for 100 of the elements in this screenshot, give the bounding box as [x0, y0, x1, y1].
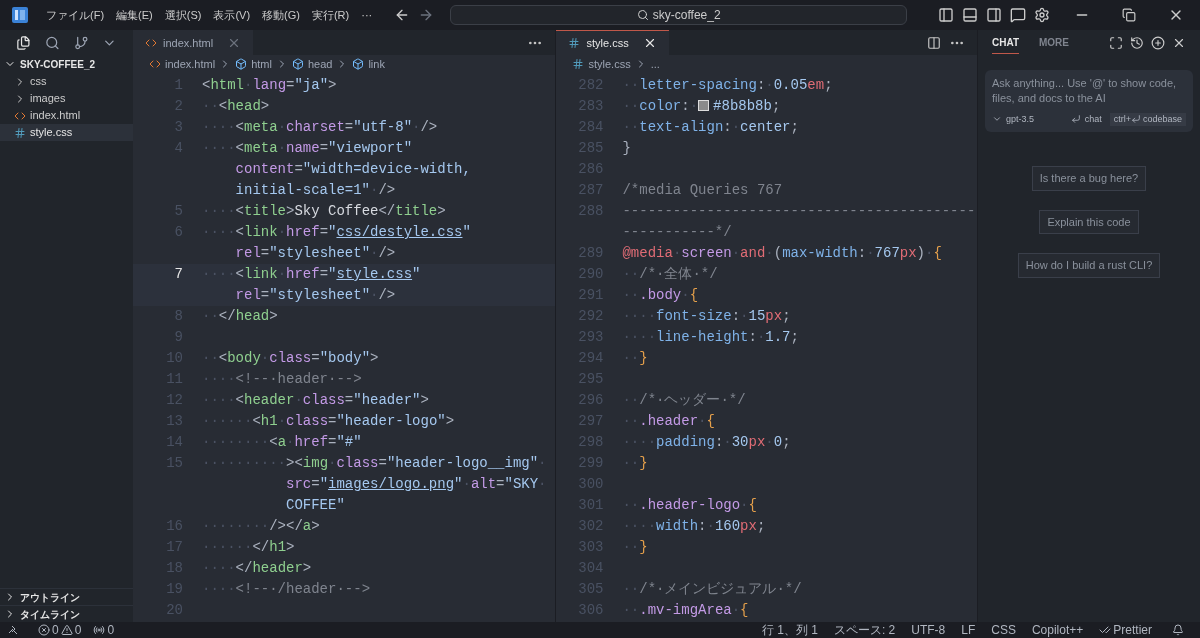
- whitespace-marker: ·: [277, 119, 287, 135]
- breadcrumb-item[interactable]: link: [368, 55, 385, 73]
- code-token: 767: [874, 245, 900, 261]
- whitespace-marker: ····: [202, 371, 236, 387]
- branch-icon[interactable]: [73, 34, 89, 51]
- whitespace-marker: ··: [622, 455, 640, 471]
- code-token: color: [639, 98, 682, 114]
- explorer-item[interactable]: index.html: [0, 107, 133, 124]
- editor-tab[interactable]: index.html: [133, 30, 254, 55]
- status-item[interactable]: UTF-8: [911, 621, 946, 638]
- history-icon[interactable]: [1130, 35, 1144, 50]
- code-token: >: [286, 203, 295, 219]
- ports-indicator[interactable]: 0: [93, 621, 115, 638]
- chat-input-field[interactable]: Ask anything... Use '@' to show code, files, and docs to the AI gpt-3.5 chat ctrl+ codebase: [984, 70, 1193, 132]
- breadcrumb-item[interactable]: head: [307, 55, 333, 73]
- code-token: </: [252, 539, 270, 555]
- code-token: ": [328, 266, 337, 282]
- code-token: screen: [681, 245, 732, 261]
- maximize-icon[interactable]: [1109, 35, 1123, 50]
- settings-icon[interactable]: [1034, 7, 1050, 23]
- whitespace-marker: ·: [412, 119, 421, 135]
- code-token: "viewport": [328, 140, 413, 156]
- menu-item[interactable]: ファイル(F): [40, 6, 111, 24]
- editor-tab[interactable]: style.css: [556, 30, 669, 55]
- panel-bottom-icon[interactable]: [962, 7, 978, 23]
- status-item[interactable]: スペース: 2: [833, 621, 896, 638]
- suggestion-button[interactable]: How do I build a rust CLI?: [1017, 253, 1161, 278]
- restore-icon[interactable]: [1122, 8, 1136, 22]
- explorer-item[interactable]: style.css: [0, 124, 133, 141]
- search-field[interactable]: sky-coffee_2: [450, 5, 908, 25]
- bell-icon[interactable]: [1172, 624, 1184, 636]
- whitespace-marker: ·: [328, 455, 337, 471]
- hash-icon: [568, 37, 581, 49]
- search-icon[interactable]: [44, 34, 60, 51]
- whitespace-marker: ·: [731, 245, 741, 261]
- code-token: px: [748, 434, 766, 450]
- code-token: }: [639, 539, 648, 555]
- chat-bubble-icon[interactable]: [1010, 7, 1026, 23]
- code-token: meta: [244, 119, 278, 135]
- whitespace-marker: ·: [925, 245, 934, 261]
- code-token: <: [202, 77, 211, 93]
- error-icon: [38, 624, 50, 636]
- panel-right-icon[interactable]: [986, 7, 1002, 23]
- split-editor-icon[interactable]: [926, 35, 941, 50]
- status-item[interactable]: 行 1、列 1: [761, 621, 818, 638]
- code-token: "SKY: [504, 476, 539, 492]
- files-icon[interactable]: [16, 34, 31, 51]
- code-token: link: [244, 224, 278, 240]
- breadcrumb-item[interactable]: html: [251, 55, 272, 73]
- whitespace-marker: ·: [731, 119, 741, 135]
- code-token: >: [260, 98, 270, 114]
- code-token: line-height: [656, 329, 749, 345]
- menu-item[interactable]: 表示(V): [207, 6, 257, 24]
- explorer-item[interactable]: css: [0, 73, 133, 90]
- panel-left-icon[interactable]: [938, 7, 954, 23]
- code-token: <: [235, 119, 244, 135]
- codebase-hint[interactable]: ctrl+ codebase: [1109, 112, 1186, 126]
- prettier-status[interactable]: Prettier: [1099, 621, 1152, 638]
- chat-tab[interactable]: CHAT: [991, 31, 1019, 54]
- color-swatch[interactable]: [698, 100, 710, 111]
- breadcrumb-item[interactable]: style.css: [588, 55, 631, 73]
- code-token: rel: [235, 287, 261, 303]
- menu-item[interactable]: ···: [355, 6, 379, 24]
- whitespace-marker: ··: [622, 77, 640, 93]
- code-token: and: [740, 245, 766, 261]
- status-item[interactable]: Copilot++: [1031, 621, 1084, 638]
- suggestion-button[interactable]: Is there a bug here?: [1031, 166, 1147, 191]
- status-item[interactable]: CSS: [991, 621, 1016, 638]
- new-chat-icon[interactable]: [1151, 35, 1165, 50]
- problems-indicator[interactable]: 0 0: [38, 621, 82, 638]
- breadcrumb-item[interactable]: ...: [650, 55, 660, 73]
- menu-item[interactable]: 選択(S): [158, 6, 208, 24]
- code-token: ;: [771, 98, 781, 114]
- code-token: body: [227, 350, 261, 366]
- code-token: ;: [824, 77, 833, 93]
- whitespace-marker: ··: [622, 602, 640, 618]
- explorer-item[interactable]: images: [0, 90, 133, 107]
- code-token: <: [235, 266, 244, 282]
- menu-item[interactable]: 実行(R): [305, 6, 356, 24]
- code-token: />: [378, 287, 396, 303]
- code-token: .mv-imgArea: [639, 602, 732, 618]
- suggestion-button[interactable]: Explain this code: [1039, 209, 1139, 234]
- whitespace-marker: ·: [277, 266, 287, 282]
- menu-item[interactable]: 編集(E): [110, 6, 159, 24]
- code-token: letter-spacing: [639, 77, 757, 93]
- status-item[interactable]: LF: [961, 621, 976, 638]
- whitespace-marker: ····: [622, 518, 657, 534]
- model-selector[interactable]: gpt-3.5: [1005, 112, 1034, 126]
- menu-item[interactable]: 移動(G): [256, 6, 306, 24]
- code-token: "header-logo__img": [386, 455, 539, 471]
- cube-icon: [352, 58, 365, 70]
- code-token: ;: [790, 119, 799, 135]
- chat-tab[interactable]: MORE: [1039, 31, 1069, 54]
- explorer-root[interactable]: SKY-COFFEE_2: [0, 55, 133, 73]
- code-token: :: [857, 245, 867, 261]
- breadcrumb-item[interactable]: index.html: [165, 55, 216, 73]
- send-hint[interactable]: chat: [1084, 112, 1102, 126]
- code-token: 0.05: [773, 77, 808, 93]
- code-token: /*media Queries 767: [622, 182, 783, 198]
- whitespace-marker: ····: [622, 308, 657, 324]
